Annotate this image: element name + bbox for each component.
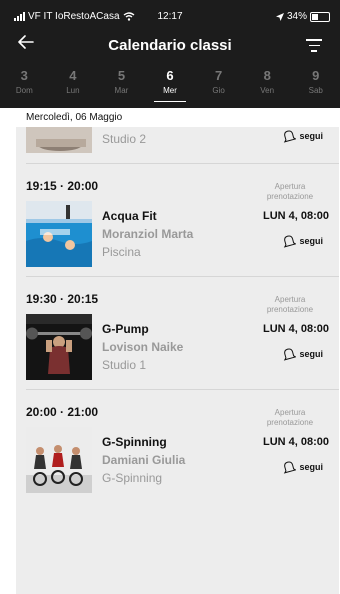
class-room: G-Spinning <box>102 471 163 485</box>
status-bar: VF IT IoRestoACasa 12:17 34% <box>0 9 340 27</box>
follow-button[interactable]: segui <box>282 460 323 474</box>
day-tab-mer[interactable]: 6 Mer <box>146 68 195 104</box>
day-number: 3 <box>20 68 28 83</box>
class-list: Studio 2 segui 19:15 · 20:00 Acqua Fit Mor… <box>16 127 339 594</box>
class-room: Piscina <box>102 245 141 259</box>
nav-bar: Calendario classi <box>0 30 340 60</box>
location-arrow-icon <box>275 12 284 21</box>
day-tab-mar[interactable]: 5 Mar <box>97 68 146 104</box>
class-teacher: Lovison Naike <box>102 340 184 354</box>
class-name: Acqua Fit <box>102 209 157 223</box>
battery-icon <box>310 11 330 22</box>
day-label: Ven <box>260 86 275 95</box>
day-tab-dom[interactable]: 3 Dom <box>0 68 49 104</box>
day-label: Dom <box>15 86 33 95</box>
battery-percent: 34% <box>286 11 307 22</box>
class-time: 19:30 · 20:15 <box>26 292 99 306</box>
class-room: Studio 2 <box>102 132 147 146</box>
day-number: 5 <box>117 68 126 83</box>
follow-button[interactable]: segui <box>282 347 323 361</box>
class-photo <box>26 314 92 380</box>
booking-open-datetime: LUN 4, 08:00 <box>262 210 329 222</box>
bell-icon <box>284 348 297 361</box>
class-teacher: Damiani Giulia <box>102 453 186 467</box>
day-label: Lun <box>66 86 80 95</box>
bell-icon <box>284 130 297 143</box>
day-number: 4 <box>69 68 77 83</box>
class-item[interactable]: 19:30 · 20:15 G-Pump Lovison Naike Studio 1… <box>16 277 339 390</box>
day-number: 7 <box>214 68 223 83</box>
class-name: G-Pump <box>102 322 149 336</box>
booking-open-datetime: LUN 4, 08:00 <box>262 436 329 448</box>
booking-open-datetime: LUN 4, 08:00 <box>262 323 329 335</box>
day-number: 6 <box>166 68 174 83</box>
app-header: VF IT IoRestoACasa 12:17 34% Calendario … <box>0 0 340 127</box>
page-title: Calendario classi <box>108 37 232 54</box>
day-tab-lun[interactable]: 4 Lun <box>49 68 98 104</box>
class-item[interactable]: 20:00 · 21:00 G-Spinning Damiani Giulia G-S… <box>16 390 339 503</box>
class-photo <box>26 201 92 267</box>
day-label: Mar <box>114 86 129 95</box>
booking-opening-label: Apertura prenotazione <box>266 408 314 427</box>
bell-icon <box>284 235 297 248</box>
day-label: Mer <box>163 86 177 95</box>
day-label: Sab <box>308 86 323 95</box>
day-tab-sab[interactable]: 9 Sab <box>291 68 340 104</box>
day-selector: 3 Dom 4 Lun 5 Mar 6 Mer 7 Gio 8 Ven 9 Sab <box>0 68 340 104</box>
class-room: Studio 1 <box>102 358 147 372</box>
follow-button[interactable]: segui <box>282 234 323 248</box>
class-teacher: Moranziol Marta <box>102 227 194 241</box>
day-tab-ven[interactable]: 8 Ven <box>243 68 292 104</box>
day-number: 9 <box>312 68 320 83</box>
bell-icon <box>284 461 297 474</box>
follow-button[interactable]: segui <box>282 129 323 143</box>
selected-date-label: Mercoledì, 06 Maggio <box>26 112 123 123</box>
class-photo <box>26 127 92 153</box>
class-time: 20:00 · 21:00 <box>26 405 99 419</box>
day-label: Gio <box>212 86 225 95</box>
booking-opening-label: Apertura prenotazione <box>266 295 314 314</box>
booking-opening-label: Apertura prenotazione <box>266 182 314 201</box>
class-item[interactable]: 19:15 · 20:00 Acqua Fit Moranziol Marta Pis… <box>16 164 339 277</box>
date-header: Mercoledì, 06 Maggio <box>0 108 340 127</box>
class-photo <box>26 427 92 493</box>
class-name: G-Spinning <box>102 435 167 449</box>
class-item-partial[interactable]: Studio 2 segui <box>16 127 339 164</box>
day-tab-gio[interactable]: 7 Gio <box>194 68 243 104</box>
day-number: 8 <box>263 68 271 83</box>
filter-icon[interactable] <box>306 39 322 56</box>
class-time: 19:15 · 20:00 <box>26 179 99 193</box>
